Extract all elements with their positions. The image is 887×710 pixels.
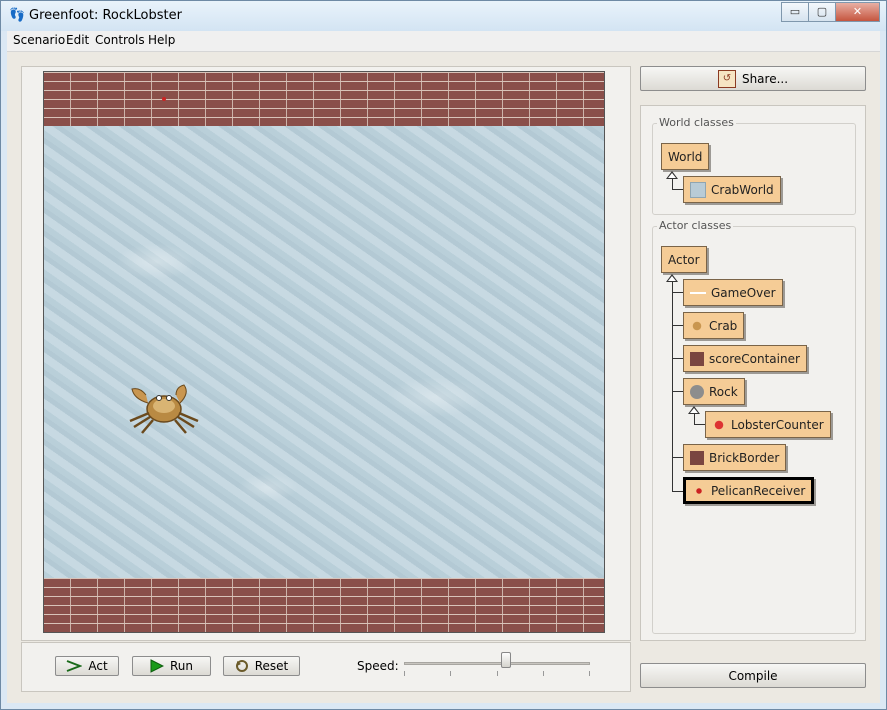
act-button[interactable]: Act <box>55 656 119 676</box>
actor-classes-group: Actor classes Actor GameOver Crab scoreC… <box>652 219 856 634</box>
run-button[interactable]: Run <box>132 656 211 676</box>
brick-icon <box>690 351 704 366</box>
speed-slider-track[interactable] <box>404 662 590 665</box>
compile-label: Compile <box>728 668 778 683</box>
inheritance-arrow <box>666 171 678 179</box>
class-scorecontainer-label: scoreContainer <box>709 351 800 366</box>
tree-line <box>672 491 683 492</box>
rock-icon <box>690 384 704 399</box>
reset-label: Reset <box>254 659 289 673</box>
reset-button[interactable]: Reset <box>223 656 300 676</box>
class-crabworld[interactable]: CrabWorld <box>683 176 781 203</box>
actor-classes-label: Actor classes <box>657 219 734 232</box>
window-controls: ▭ ▢ ✕ <box>781 2 880 22</box>
tree-line <box>672 189 683 190</box>
brick-icon <box>690 450 704 465</box>
menu-scenario[interactable]: Scenario <box>13 33 65 47</box>
minimize-button[interactable]: ▭ <box>781 2 809 22</box>
world-view[interactable] <box>43 71 605 633</box>
tree-line <box>672 457 683 458</box>
tree-line <box>672 282 673 492</box>
brick-border-top <box>44 72 604 126</box>
class-crab-label: Crab <box>709 318 738 333</box>
tree-line <box>694 424 705 425</box>
class-scorecontainer[interactable]: scoreContainer <box>683 345 807 372</box>
menu-bar: Scenario Edit Controls Help <box>7 31 880 52</box>
world-classes-group: World classes World CrabWorld <box>652 116 856 215</box>
close-button[interactable]: ✕ <box>835 2 880 22</box>
speed-tick <box>497 671 498 676</box>
world-panel <box>21 66 631 641</box>
class-pelicanreceiver[interactable]: PelicanReceiver <box>683 477 815 504</box>
class-world-label: World <box>668 149 703 164</box>
reset-icon <box>235 660 248 672</box>
tree-line <box>694 414 695 424</box>
class-actor[interactable]: Actor <box>661 246 707 273</box>
greenfoot-footprint-icon: 👣 <box>9 8 26 23</box>
class-browser: World classes World CrabWorld Actor clas… <box>640 105 866 641</box>
blank-bar-icon <box>690 291 706 294</box>
class-actor-label: Actor <box>668 252 700 267</box>
speed-slider-thumb[interactable] <box>501 652 512 668</box>
class-world[interactable]: World <box>661 143 710 170</box>
class-gameover[interactable]: GameOver <box>683 279 783 306</box>
brick-border-bottom <box>44 578 604 632</box>
run-label: Run <box>169 659 193 673</box>
speed-tick <box>404 671 405 676</box>
main-content: Act Run Reset Speed: ↺ Share... World cl… <box>7 52 880 703</box>
crab-icon <box>690 318 704 333</box>
class-gameover-label: GameOver <box>711 285 776 300</box>
red-dot-icon <box>692 483 706 498</box>
arrow-right-icon <box>66 660 83 672</box>
class-brickborder[interactable]: BrickBorder <box>683 444 787 471</box>
class-rock-label: Rock <box>709 384 738 399</box>
class-lobstercounter-label: LobsterCounter <box>731 417 824 432</box>
class-pelicanreceiver-label: PelicanReceiver <box>711 483 806 498</box>
menu-help[interactable]: Help <box>148 33 175 47</box>
water-tile-icon <box>690 181 706 198</box>
world-classes-label: World classes <box>657 116 736 129</box>
class-rock[interactable]: Rock <box>683 378 745 405</box>
act-label: Act <box>88 659 108 673</box>
crab-actor[interactable] <box>124 381 204 435</box>
menu-controls[interactable]: Controls <box>95 33 145 47</box>
tree-line <box>672 292 683 293</box>
pelican-receiver-actor <box>162 97 166 101</box>
tree-line <box>672 391 683 392</box>
inheritance-arrow <box>688 406 700 414</box>
tree-line <box>672 358 683 359</box>
speed-tick <box>589 671 590 676</box>
class-lobstercounter[interactable]: LobsterCounter <box>705 411 831 438</box>
maximize-button[interactable]: ▢ <box>808 2 836 22</box>
share-button[interactable]: ↺ Share... <box>640 66 866 91</box>
class-crab[interactable]: Crab <box>683 312 745 339</box>
menu-edit[interactable]: Edit <box>66 33 89 47</box>
inheritance-arrow <box>666 274 678 282</box>
share-icon: ↺ <box>717 69 736 88</box>
title-bar: 👣 Greenfoot: RockLobster ▭ ▢ ✕ <box>1 1 886 31</box>
lobster-icon <box>712 417 726 432</box>
speed-tick <box>450 671 451 676</box>
window-title: Greenfoot: RockLobster <box>29 8 182 23</box>
tree-line <box>672 325 683 326</box>
share-label: Share... <box>741 71 789 86</box>
play-icon <box>150 659 164 673</box>
water-background <box>44 126 604 578</box>
class-brickborder-label: BrickBorder <box>709 450 780 465</box>
speed-tick <box>543 671 544 676</box>
tree-line <box>672 179 673 189</box>
speed-label: Speed: <box>357 659 399 673</box>
greenfoot-window: 👣 Greenfoot: RockLobster ▭ ▢ ✕ Scenario … <box>0 0 887 710</box>
compile-button[interactable]: Compile <box>640 663 866 688</box>
class-crabworld-label: CrabWorld <box>711 182 774 197</box>
